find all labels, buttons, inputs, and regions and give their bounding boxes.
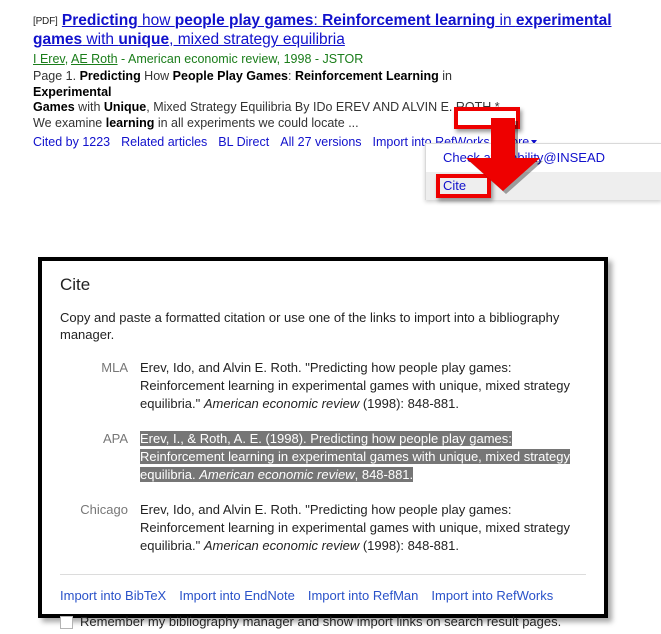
import-refman-link[interactable]: Import into RefMan [308, 588, 419, 603]
import-endnote-link[interactable]: Import into EndNote [179, 588, 295, 603]
citation-text-chicago[interactable]: Erev, Ido, and Alvin E. Roth. "Predictin… [140, 501, 586, 572]
citation-row-mla: MLA Erev, Ido, and Alvin E. Roth. "Predi… [60, 359, 586, 430]
remember-checkbox[interactable] [60, 615, 73, 629]
snippet-line-1: Page 1. Predicting How People Play Games… [33, 69, 452, 99]
pdf-tag: [PDF] [33, 16, 58, 27]
citation-row-apa: APA Erev, I., & Roth, A. E. (1998). Pred… [60, 430, 586, 501]
remember-label: Remember my bibliography manager and sho… [80, 614, 562, 629]
import-refworks-link[interactable]: Import into RefWorks [431, 588, 553, 603]
divider [60, 574, 586, 575]
result-publication: - American economic review, 1998 - JSTOR [117, 52, 364, 66]
citation-style-label-apa: APA [102, 431, 128, 446]
cite-dialog-title: Cite [60, 275, 91, 294]
import-bibtex-link[interactable]: Import into BibTeX [60, 588, 166, 603]
cite-dialog-description: Copy and paste a formatted citation or u… [60, 310, 560, 342]
cite-dialog: Cite Copy and paste a formatted citation… [38, 257, 608, 629]
related-articles-link[interactable]: Related articles [121, 135, 207, 149]
citation-style-label-chicago: Chicago [80, 502, 128, 517]
import-links-row: Import into BibTeX Import into EndNote Imp… [60, 587, 586, 605]
result-meta: I Erev, AE Roth - American economic revi… [33, 51, 653, 67]
citation-row-chicago: Chicago Erev, Ido, and Alvin E. Roth. "P… [60, 501, 586, 572]
annotation-arrow-more-to-cite [466, 118, 543, 194]
result-title: [PDF] Predicting how people play games: … [33, 12, 653, 49]
citation-text-mla[interactable]: Erev, Ido, and Alvin E. Roth. "Predictin… [140, 359, 586, 430]
citation-list: MLA Erev, Ido, and Alvin E. Roth. "Predi… [60, 359, 586, 572]
author-link-1[interactable]: I Erev [33, 52, 65, 66]
cited-by-link[interactable]: Cited by 1223 [33, 135, 110, 149]
citation-text-apa[interactable]: Erev, I., & Roth, A. E. (1998). Predicti… [140, 430, 586, 501]
remember-row: Remember my bibliography manager and sho… [60, 614, 586, 630]
author-link-2[interactable]: AE Roth [71, 52, 118, 66]
all-versions-link[interactable]: All 27 versions [280, 135, 361, 149]
result-title-link[interactable]: Predicting how people play games: Reinfo… [33, 12, 612, 48]
citation-style-label-mla: MLA [101, 360, 128, 375]
bl-direct-link[interactable]: BL Direct [218, 135, 269, 149]
